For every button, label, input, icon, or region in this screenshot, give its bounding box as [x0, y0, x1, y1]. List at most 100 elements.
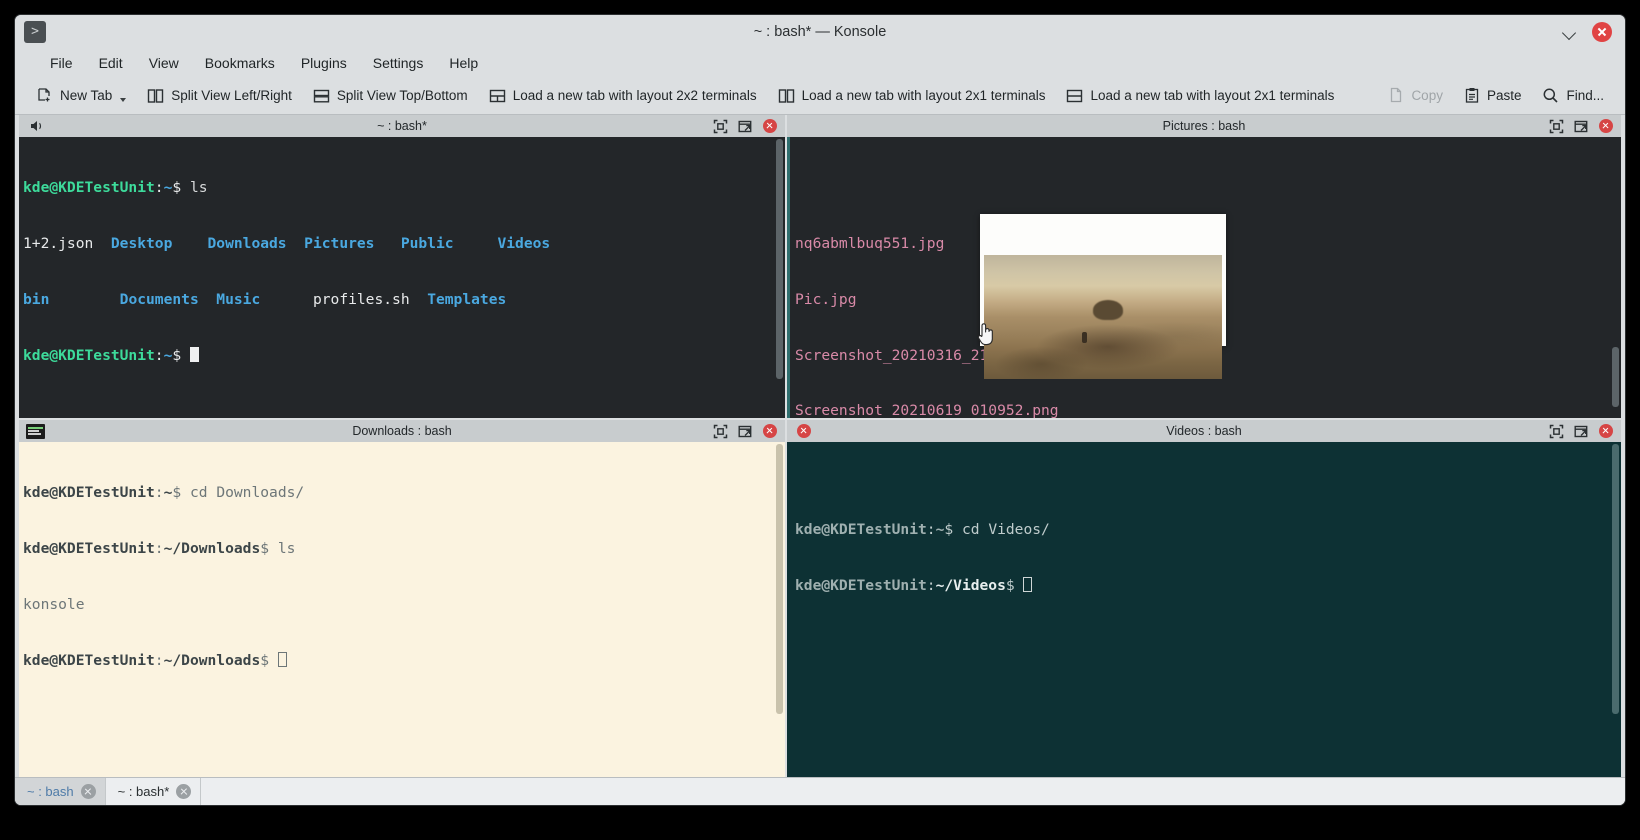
split-tb-icon: [313, 88, 330, 104]
copy-button: Copy: [1379, 83, 1452, 108]
tab-home-bash-modified[interactable]: ~ : bash*: [105, 778, 202, 805]
terminal-videos-scrollbar[interactable]: [1611, 442, 1620, 777]
pane-downloads-title: Downloads : bash: [352, 424, 452, 438]
terminal-home-output[interactable]: kde@KDETestUnit:~$ ls 1+2.json Desktop D…: [19, 137, 785, 418]
preview-rock-shape: [1093, 299, 1124, 320]
find-button[interactable]: Find...: [1533, 83, 1613, 108]
pane-home: ~ : bash* kde@KDETestUnit:~$ ls 1+2.json…: [19, 115, 785, 418]
load-layout-2x2-button[interactable]: Load a new tab with layout 2x2 terminals: [480, 84, 766, 108]
copy-icon: [1388, 87, 1404, 104]
terminal-downloads-scrollbar[interactable]: [775, 442, 784, 777]
maximize-pane-icon[interactable]: [1549, 424, 1564, 439]
window-controls: [1562, 21, 1625, 42]
terminal-pictures-scrollbar[interactable]: [1611, 137, 1620, 418]
menu-item-view[interactable]: View: [136, 52, 192, 74]
tab-label: ~ : bash*: [117, 784, 170, 799]
terminal-split-grid: ~ : bash* kde@KDETestUnit:~$ ls 1+2.json…: [15, 115, 1625, 777]
load-layout-2x2-label: Load a new tab with layout 2x2 terminals: [512, 88, 757, 103]
search-icon: [1542, 87, 1559, 104]
terminal-icon: [26, 423, 45, 439]
pane-downloads: Downloads : bash kde@KDETestUnit:~$ cd D…: [19, 420, 785, 777]
window-close-icon[interactable]: [1592, 21, 1612, 42]
bell-icon[interactable]: [27, 118, 47, 134]
pane-downloads-header-buttons: [713, 424, 781, 439]
menu-item-help[interactable]: Help: [436, 52, 491, 74]
close-pane-icon[interactable]: [1599, 119, 1613, 133]
close-round-icon[interactable]: [797, 424, 811, 438]
split-tb-label: Split View Top/Bottom: [336, 88, 468, 103]
pane-downloads-header-left: [23, 423, 45, 439]
terminal-videos-output[interactable]: kde@KDETestUnit:~$ cd Videos/ kde@KDETes…: [787, 442, 1621, 777]
detach-pane-icon[interactable]: [738, 424, 753, 439]
close-pane-icon[interactable]: [763, 119, 777, 133]
tab-close-icon[interactable]: [80, 784, 96, 799]
close-pane-icon[interactable]: [763, 424, 777, 438]
new-tab-button[interactable]: New Tab: [27, 83, 135, 108]
close-pane-icon[interactable]: [1599, 424, 1613, 438]
pane-videos-header-left: [791, 424, 811, 438]
chevron-down-icon[interactable]: [1562, 24, 1578, 40]
pane-home-header: ~ : bash*: [19, 115, 785, 137]
pane-home-header-left: [23, 118, 47, 134]
pane-active-edge-indicator: [787, 137, 790, 418]
layout-2x1-v-icon: [778, 88, 795, 104]
load-layout-2x1-v-label: Load a new tab with layout 2x1 terminals: [801, 88, 1046, 103]
pane-videos-title: Videos : bash: [1166, 424, 1242, 438]
menubar: File Edit View Bookmarks Plugins Setting…: [15, 48, 1625, 77]
menu-item-settings[interactable]: Settings: [360, 52, 437, 74]
pane-pictures-header-buttons: [1549, 119, 1617, 134]
tab-home-bash[interactable]: ~ : bash: [15, 778, 106, 805]
split-view-left-right-button[interactable]: Split View Left/Right: [138, 84, 301, 108]
detach-pane-icon[interactable]: [1574, 424, 1589, 439]
maximize-pane-icon[interactable]: [713, 424, 728, 439]
load-layout-2x1-horizontal-button[interactable]: Load a new tab with layout 2x1 terminals: [1057, 84, 1343, 108]
konsole-window: > ~ : bash* — Konsole File Edit View Boo…: [15, 15, 1625, 805]
tab-close-icon[interactable]: [176, 784, 192, 799]
layout-2x2-icon: [489, 88, 506, 104]
split-lr-icon: [147, 88, 164, 104]
copy-label: Copy: [1411, 88, 1443, 103]
menu-item-plugins[interactable]: Plugins: [288, 52, 360, 74]
paste-icon: [1464, 87, 1480, 104]
image-thumbnail-preview: [980, 214, 1226, 380]
paste-button[interactable]: Paste: [1455, 83, 1531, 108]
desktop-background: > ~ : bash* — Konsole File Edit View Boo…: [0, 0, 1640, 840]
menu-item-edit[interactable]: Edit: [86, 52, 136, 74]
pane-videos-header-buttons: [1549, 424, 1617, 439]
pane-videos-header: Videos : bash: [787, 420, 1621, 442]
maximize-pane-icon[interactable]: [1549, 119, 1564, 134]
split-lr-label: Split View Left/Right: [171, 88, 292, 103]
new-tab-icon: [36, 87, 53, 104]
maximize-pane-icon[interactable]: [713, 119, 728, 134]
split-view-top-bottom-button[interactable]: Split View Top/Bottom: [304, 84, 477, 108]
preview-figure-shape: [1081, 332, 1087, 344]
paste-label: Paste: [1486, 88, 1522, 103]
pane-pictures-header: Pictures : bash: [787, 115, 1621, 137]
pane-downloads-header: Downloads : bash: [19, 420, 785, 442]
pane-home-title: ~ : bash*: [377, 119, 427, 133]
menu-item-file[interactable]: File: [37, 52, 86, 74]
pane-pictures: Pictures : bash nq6abmlbuq551.jpg Pic.jp…: [787, 115, 1621, 418]
chevron-down-icon[interactable]: [120, 98, 127, 102]
preview-image: [984, 255, 1222, 380]
detach-pane-icon[interactable]: [738, 119, 753, 134]
layout-2x1-h-icon: [1066, 88, 1083, 104]
load-layout-2x1-vertical-button[interactable]: Load a new tab with layout 2x1 terminals: [769, 84, 1055, 108]
main-toolbar: New Tab Split View Left/Right Split View…: [15, 77, 1625, 115]
tab-label: ~ : bash: [27, 784, 74, 799]
terminal-pictures-output[interactable]: nq6abmlbuq551.jpg Pic.jpg Screenshot_202…: [787, 137, 1621, 418]
pane-videos: Videos : bash kde@KDETestUnit:~$ cd Vide…: [787, 420, 1621, 777]
window-titlebar: > ~ : bash* — Konsole: [15, 15, 1625, 48]
load-layout-2x1-h-label: Load a new tab with layout 2x1 terminals: [1090, 88, 1335, 103]
tab-bar: ~ : bash ~ : bash*: [15, 777, 1625, 805]
window-title: ~ : bash* — Konsole: [753, 23, 887, 40]
terminal-home-scrollbar[interactable]: [775, 137, 784, 418]
detach-pane-icon[interactable]: [1574, 119, 1589, 134]
pane-home-header-buttons: [713, 119, 781, 134]
menu-item-bookmarks[interactable]: Bookmarks: [192, 52, 288, 74]
new-tab-label: New Tab: [60, 88, 113, 103]
find-label: Find...: [1566, 88, 1604, 103]
pane-pictures-title: Pictures : bash: [1162, 119, 1246, 133]
tab-bar-empty-area: [201, 778, 1625, 805]
terminal-downloads-output[interactable]: kde@KDETestUnit:~$ cd Downloads/ kde@KDE…: [19, 442, 785, 777]
